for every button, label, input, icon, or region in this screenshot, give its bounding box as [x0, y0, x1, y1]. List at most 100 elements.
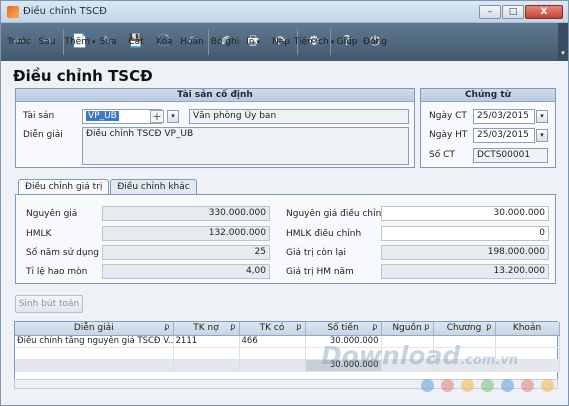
- table-cell[interactable]: [15, 347, 174, 360]
- description-label: Diễn giải: [23, 130, 63, 140]
- toolbar-item-label: Giúp: [337, 37, 358, 47]
- tab-dieu-chinh-khac[interactable]: Điều chỉnh khác: [110, 179, 197, 194]
- grid-column-label: Diễn giải: [73, 323, 114, 334]
- pin-icon[interactable]: ꝑ: [486, 322, 491, 331]
- table-cell[interactable]: [239, 347, 306, 360]
- ngay-ct-dropdown-button[interactable]: ▾: [536, 110, 548, 123]
- total-cell: [173, 359, 240, 372]
- close-button[interactable]: X: [525, 4, 563, 19]
- watermark-dot: [521, 379, 534, 392]
- watermark-suffix: .com.vn: [460, 353, 519, 368]
- table-cell[interactable]: 466: [239, 335, 306, 348]
- watermark-dot: [421, 379, 434, 392]
- toolbar-item-text: Sửa: [99, 37, 117, 47]
- toolbar: ← Trước → Sau 📄 Thêm ▾ ✎ Sửa 💾 Cất 🗋 Xóa ↶ Hoãn ✐ Bỏ ghi…: [1, 23, 568, 61]
- toolbar-item-9[interactable]: ⟳ Nạp: [267, 23, 295, 61]
- watermark-dot: [541, 379, 554, 392]
- asset-name-field[interactable]: Văn phòng Ủy ban: [189, 109, 409, 124]
- table-cell[interactable]: 2111: [173, 335, 240, 348]
- add-asset-button[interactable]: +: [150, 110, 164, 123]
- pin-icon[interactable]: ꝑ: [164, 322, 169, 331]
- maximize-button[interactable]: □: [502, 4, 524, 19]
- total-cell: [239, 359, 306, 372]
- toolbar-item-label: Đóng: [363, 37, 387, 47]
- pin-icon[interactable]: ꝑ: [372, 322, 377, 331]
- sinh-but-toan-button[interactable]: Sinh bút toán: [15, 295, 83, 313]
- grid-column-header[interactable]: Chương ꝑ: [433, 322, 496, 336]
- toolbar-item-label: Trước: [7, 37, 31, 47]
- hmlk-dc-field[interactable]: 0: [381, 226, 549, 241]
- asset-label: Tài sản: [23, 111, 55, 121]
- toolbar-item-label: Nạp: [272, 37, 290, 47]
- ngay-ht-label: Ngày HT: [429, 130, 468, 140]
- toolbar-item-text: Cất: [128, 37, 144, 47]
- ngay-ct-label: Ngày CT: [429, 111, 467, 121]
- watermark-dots: [421, 379, 554, 392]
- grid-column-label: Số tiền: [327, 323, 359, 334]
- asset-panel: Tài sản cố định Tài sản VP_UB + ▾ Văn ph…: [15, 88, 415, 168]
- toolbar-item-8[interactable]: 🖶 In ▾: [239, 23, 267, 61]
- toolbar-item-2[interactable]: 📄 Thêm ▾: [64, 23, 96, 61]
- toolbar-item-text: Nạp: [272, 37, 290, 47]
- toolbar-item-4[interactable]: 💾 Cất: [122, 23, 150, 61]
- toolbar-item-10[interactable]: ⚙ Tiện ích ▾: [294, 23, 335, 61]
- watermark-dot: [461, 379, 474, 392]
- toolbar-item-5[interactable]: 🗋 Xóa: [150, 23, 178, 61]
- hmlk-dc-label: HMLK điều chỉnh: [286, 229, 362, 239]
- pin-icon[interactable]: ꝑ: [424, 322, 429, 331]
- nguyen-gia-dc-field[interactable]: 30.000.000: [381, 206, 549, 221]
- ngay-ct-field[interactable]: 25/03/2015: [473, 109, 535, 124]
- minimize-button[interactable]: –: [479, 4, 501, 19]
- hmlk-field[interactable]: 132.000.000: [102, 226, 270, 241]
- toolbar-item-3[interactable]: ✎ Sửa: [94, 23, 122, 61]
- window-title: Điều chỉnh TSCĐ: [23, 6, 107, 17]
- toolbar-item-label: Sau: [39, 37, 56, 47]
- grid-column-header[interactable]: Số tiền ꝑ: [305, 322, 382, 336]
- nguyen-gia-field[interactable]: 330.000.000: [102, 206, 270, 221]
- chevron-down-icon: ▾: [92, 38, 96, 46]
- toolbar-item-text: Hoãn: [180, 37, 204, 47]
- grid-column-header[interactable]: Diễn giải ꝑ: [15, 322, 174, 336]
- toolbar-item-1[interactable]: → Sau: [33, 23, 61, 61]
- toolbar-item-6[interactable]: ↶ Hoãn: [178, 23, 206, 61]
- watermark-logo: Download.com.vn: [321, 341, 518, 370]
- nguyen-gia-dc-label: Nguyên giá điều chỉnh: [286, 209, 388, 219]
- ngay-ht-field[interactable]: 25/03/2015: [473, 128, 535, 143]
- toolbar-item-0[interactable]: ← Trước: [5, 23, 33, 61]
- grid-column-label: TK nợ: [193, 323, 219, 334]
- toolbar-item-7[interactable]: ✐ Bỏ ghi: [211, 23, 239, 61]
- toolbar-item-11[interactable]: ? Giúp: [333, 23, 361, 61]
- toolbar-overflow-button[interactable]: ▾: [558, 23, 568, 61]
- grid-column-label: Khoản: [512, 323, 542, 334]
- page-title: Điều chỉnh TSCĐ: [13, 67, 153, 85]
- table-cell[interactable]: Điều chỉnh tăng nguyên giá TSCĐ V...: [15, 335, 174, 348]
- title-bar: Điều chỉnh TSCĐ – □ X: [1, 1, 568, 23]
- toolbar-item-text: Bỏ ghi: [210, 37, 240, 47]
- gt-con-lai-field[interactable]: 198.000.000: [381, 245, 549, 260]
- pin-icon[interactable]: ꝑ: [230, 322, 235, 331]
- gt-hm-nam-field[interactable]: 13.200.000: [381, 264, 549, 279]
- toolbar-item-12[interactable]: ⏻ Đóng: [361, 23, 389, 61]
- toolbar-separator: [208, 29, 209, 55]
- so-nam-field[interactable]: 25: [102, 245, 270, 260]
- table-cell[interactable]: [173, 347, 240, 360]
- toolbar-item-label: Hoãn: [180, 37, 204, 47]
- asset-panel-header: Tài sản cố định: [16, 89, 414, 102]
- so-nam-label: Số năm sử dụng: [26, 248, 100, 258]
- grid-column-header[interactable]: TK nợ ꝑ: [173, 322, 240, 336]
- grid-column-header[interactable]: Khoản: [495, 322, 560, 336]
- so-ct-label: Số CT: [429, 150, 455, 160]
- description-field[interactable]: Điều chỉnh TSCĐ VP_UB: [82, 127, 409, 165]
- pin-icon[interactable]: ꝑ: [296, 322, 301, 331]
- ngay-ht-dropdown-button[interactable]: ▾: [536, 129, 548, 142]
- so-ct-field[interactable]: DCTS00001: [473, 148, 548, 163]
- grid-column-header[interactable]: TK có ꝑ: [239, 322, 306, 336]
- hmlk-label: HMLK: [26, 229, 52, 239]
- tab-dieu-chinh-gia-tri[interactable]: Điều chỉnh giá trị: [18, 179, 110, 194]
- asset-dropdown-button[interactable]: ▾: [167, 110, 179, 123]
- ti-le-field[interactable]: 4,00: [102, 264, 270, 279]
- watermark-dot: [441, 379, 454, 392]
- asset-code-value: VP_UB: [86, 111, 119, 121]
- toolbar-item-text: Giúp: [336, 37, 358, 47]
- grid-column-header[interactable]: Nguồn ꝑ: [381, 322, 434, 336]
